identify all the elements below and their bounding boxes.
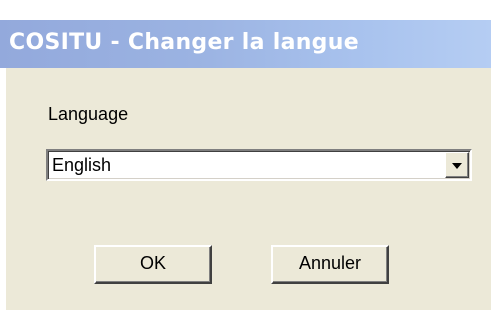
change-language-dialog: COSITU - Changer la langue Language Engl… (0, 0, 497, 310)
language-select-value: English (52, 155, 112, 175)
dialog-body: Language English OK Annuler (6, 68, 491, 310)
window-title: COSITU - Changer la langue (9, 30, 359, 55)
dropdown-button[interactable] (445, 152, 469, 178)
ok-button[interactable]: OK (94, 245, 212, 284)
cancel-button[interactable]: Annuler (271, 245, 389, 284)
chevron-down-icon (452, 163, 462, 169)
language-label: Language (48, 104, 129, 124)
language-select[interactable]: English (46, 149, 472, 181)
title-bar[interactable]: COSITU - Changer la langue (0, 20, 491, 68)
